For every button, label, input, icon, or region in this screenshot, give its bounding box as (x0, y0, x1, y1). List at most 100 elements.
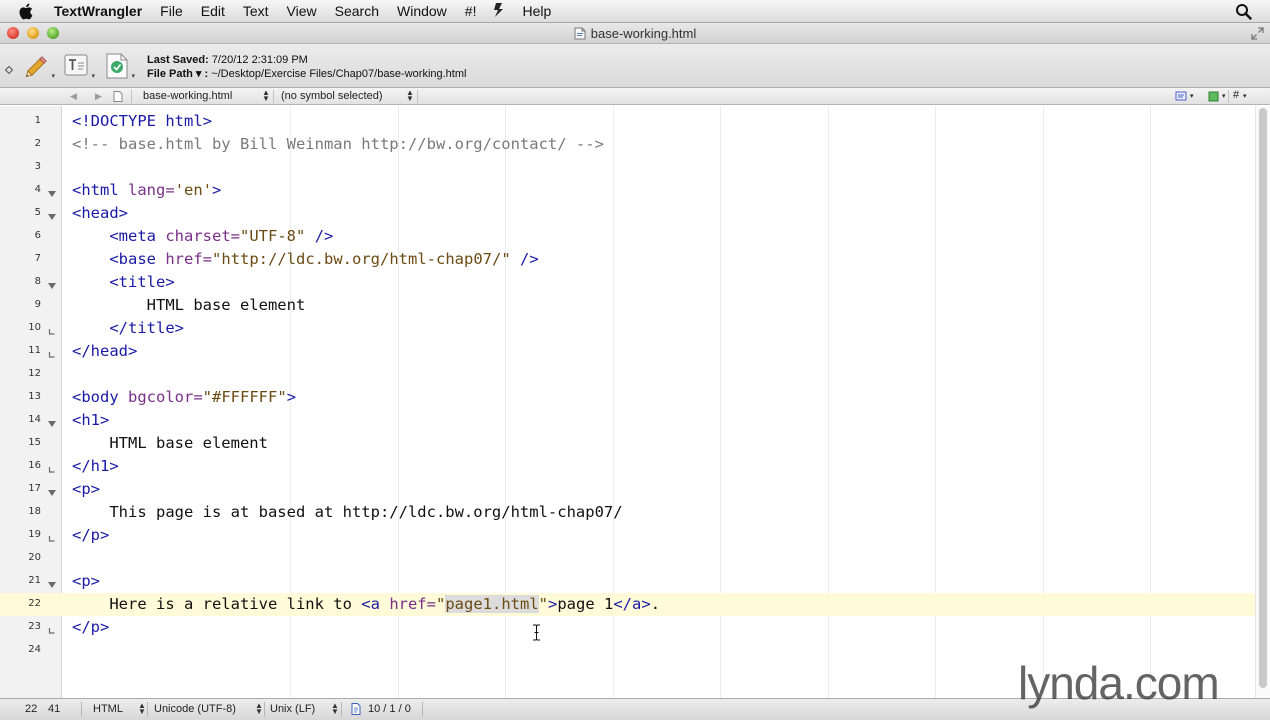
code-line[interactable]: 18 This page is at based at http://ldc.b… (0, 501, 1255, 524)
syntax-comment: <!-- base.html by Bill Weinman http://bw… (72, 135, 604, 153)
text-editor[interactable]: 1 <!DOCTYPE html> 2 <!-- base.html by Bill … (0, 106, 1270, 698)
back-arrow-icon[interactable]: ◀ (70, 91, 77, 102)
last-saved-label: Last Saved: (147, 54, 209, 66)
code-line[interactable]: 20 (0, 547, 1255, 570)
document-info-icon[interactable]: ▾ (102, 51, 135, 81)
syntax-tag: <p (72, 572, 91, 590)
vertical-scrollbar[interactable] (1255, 106, 1270, 698)
document-stats[interactable]: 10 / 1 / 0 (368, 703, 411, 715)
apple-menu-icon[interactable] (18, 3, 38, 19)
function-popup-arrows-icon[interactable]: ▲ ▼ (406, 89, 414, 103)
fold-triangle-icon[interactable] (48, 577, 56, 588)
fold-triangle-icon[interactable] (48, 209, 56, 220)
fold-end-icon[interactable] (48, 347, 56, 358)
file-popup-menu[interactable]: base-working.html (143, 90, 232, 102)
menu-view[interactable]: View (278, 3, 326, 19)
code-line[interactable]: 23 </p> (0, 616, 1255, 639)
code-line[interactable]: 7 <base href="http://ldc.bw.org/html-cha… (0, 248, 1255, 271)
code-line[interactable]: 3 (0, 156, 1255, 179)
pencil-icon[interactable]: ▾ (22, 51, 55, 81)
file-popup-arrows-icon[interactable]: ▲ ▼ (262, 89, 270, 103)
line-number: 16 (28, 460, 41, 471)
menu-text[interactable]: Text (234, 3, 278, 19)
function-popup-menu[interactable]: (no symbol selected) (281, 90, 383, 102)
code-line[interactable]: 19 </p> (0, 524, 1255, 547)
menu-bar: TextWrangler File Edit Text View Search … (0, 0, 1270, 23)
code-line[interactable]: 5 <head> (0, 202, 1255, 225)
markers-menu-arrow-icon[interactable]: ▾ (1190, 92, 1203, 105)
html-document-icon[interactable] (574, 27, 586, 40)
language-popup-arrows-icon[interactable]: ▲ ▼ (138, 702, 146, 716)
code-line[interactable]: 16 </h1> (0, 455, 1255, 478)
language-popup[interactable]: HTML (93, 703, 123, 715)
selected-text[interactable]: page1.html (445, 595, 539, 613)
syntax-str: " (501, 250, 511, 268)
navigation-bar: ◀ ▶ base-working.html ▲ ▼ (no symbol sele… (0, 88, 1270, 105)
line-endings-popup-arrows-icon[interactable]: ▲ ▼ (331, 702, 339, 716)
bookmark-menu-icon[interactable] (1207, 90, 1220, 103)
menu-help[interactable]: Help (513, 3, 560, 19)
fold-triangle-icon[interactable] (48, 416, 56, 427)
code-line[interactable]: 8 <title> (0, 271, 1255, 294)
fold-end-icon[interactable] (48, 324, 56, 335)
line-number: 24 (28, 644, 41, 655)
menu-app-name[interactable]: TextWrangler (54, 3, 151, 19)
code-line[interactable]: 17 <p> (0, 478, 1255, 501)
hash-menu-arrow-icon[interactable]: ▾ (1243, 92, 1256, 105)
spotlight-search-icon[interactable] (1235, 3, 1252, 20)
syntax-str: " (202, 388, 213, 406)
fold-end-icon[interactable] (48, 531, 56, 542)
fold-triangle-icon[interactable] (48, 485, 56, 496)
automator-menu-icon[interactable] (485, 2, 513, 21)
line-number: 6 (34, 230, 41, 241)
line-number-status[interactable]: 22 (25, 703, 37, 715)
menu-search[interactable]: Search (326, 3, 388, 19)
window-title-bar[interactable]: base-working.html (0, 23, 1270, 44)
code-line[interactable]: 10 </title> (0, 317, 1255, 340)
code-line[interactable]: 12 (0, 363, 1255, 386)
line-number: 23 (28, 621, 41, 632)
line-number: 20 (28, 552, 41, 563)
syntax-str: " (277, 388, 287, 406)
menu-file[interactable]: File (151, 3, 192, 19)
encoding-popup-arrows-icon[interactable]: ▲ ▼ (255, 702, 263, 716)
file-path-popup[interactable]: File Path ▾ : (147, 68, 208, 80)
document-stats-icon[interactable] (351, 703, 361, 715)
line-endings-popup[interactable]: Unix (LF) (270, 703, 315, 715)
fold-triangle-icon[interactable] (48, 278, 56, 289)
ibeam-cursor-icon (532, 624, 541, 641)
markers-menu-icon[interactable] (1175, 90, 1188, 103)
menu-window[interactable]: Window (388, 3, 456, 19)
syntax-tag: <meta (109, 227, 156, 245)
code-line[interactable]: 15 HTML base element (0, 432, 1255, 455)
text-options-icon[interactable]: ▾ (62, 51, 95, 81)
code-line[interactable]: 21 <p> (0, 570, 1255, 593)
encoding-popup[interactable]: Unicode (UTF-8) (154, 703, 236, 715)
code-line[interactable]: 4 <html lang='en'> (0, 179, 1255, 202)
line-number: 21 (28, 575, 41, 586)
syntax-tag: </a (613, 595, 642, 613)
sidebar-toggle-icon[interactable] (4, 62, 14, 75)
fold-end-icon[interactable] (48, 462, 56, 473)
syntax-attr: href= (165, 250, 213, 268)
document-icon[interactable] (113, 91, 123, 102)
code-line[interactable]: 6 <meta charset="UTF-8" /> (0, 225, 1255, 248)
code-line[interactable]: 1 <!DOCTYPE html> (0, 110, 1255, 133)
menu-edit[interactable]: Edit (192, 3, 234, 19)
code-line[interactable]: 11 </head> (0, 340, 1255, 363)
code-text-line: <html lang='en'> (72, 181, 221, 200)
current-code-line[interactable]: 22 Here is a relative link to <a href="p… (0, 593, 1255, 616)
code-line[interactable]: 2 <!-- base.html by Bill Weinman http://b… (0, 133, 1255, 156)
menu-scripts[interactable]: #! (456, 3, 486, 19)
column-number-status[interactable]: 41 (48, 703, 60, 715)
code-line[interactable]: 13 <body bgcolor="#FFFFFF"> (0, 386, 1255, 409)
line-number: 19 (28, 529, 41, 540)
fold-triangle-icon[interactable] (48, 186, 56, 197)
scrollbar-thumb[interactable] (1259, 108, 1267, 688)
fold-end-icon[interactable] (48, 623, 56, 634)
code-line[interactable]: 14 <h1> (0, 409, 1255, 432)
forward-arrow-icon[interactable]: ▶ (95, 91, 102, 102)
fullscreen-icon[interactable] (1251, 27, 1264, 40)
code-line[interactable]: 9 HTML base element (0, 294, 1255, 317)
